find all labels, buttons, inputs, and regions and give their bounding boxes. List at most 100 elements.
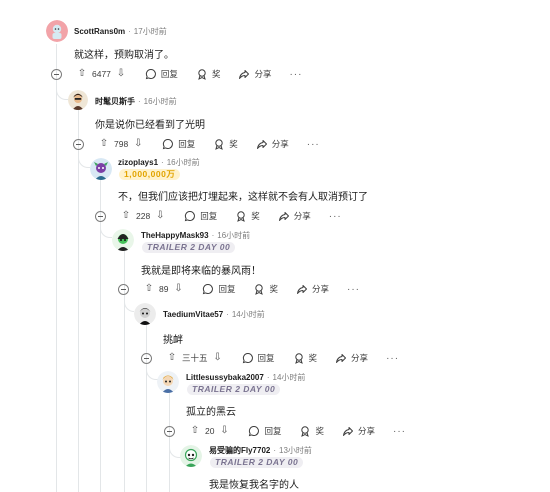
reply-label: 回复 xyxy=(160,69,178,79)
reply-button[interactable]: 回复 xyxy=(248,425,281,437)
avatar[interactable] xyxy=(46,20,68,42)
username[interactable]: Littlesussybaka2007 xyxy=(186,373,264,382)
reply-button[interactable]: 回复 xyxy=(162,138,195,150)
avatar[interactable] xyxy=(90,158,112,180)
share-icon xyxy=(238,68,250,80)
upvote-icon[interactable]: ⇧ xyxy=(166,353,178,363)
username[interactable]: 易受骗的Fly7702 xyxy=(209,445,270,456)
vote-count: 20 xyxy=(205,426,215,436)
timestamp[interactable]: 13小时前 xyxy=(279,445,312,456)
upvote-icon[interactable]: ⇧ xyxy=(143,284,155,294)
avatar[interactable] xyxy=(68,90,88,110)
downvote-icon[interactable]: ⇩ xyxy=(154,211,166,221)
share-icon xyxy=(296,283,308,295)
collapse-thread-button[interactable] xyxy=(164,425,175,437)
reply-button[interactable]: 回复 xyxy=(184,210,217,222)
collapse-thread-button[interactable] xyxy=(95,210,106,222)
award-icon xyxy=(299,425,311,437)
separator-dot: · xyxy=(226,310,229,319)
timestamp[interactable]: 16小时前 xyxy=(167,157,200,168)
thread-line xyxy=(78,110,79,492)
share-label: 分享 xyxy=(358,426,376,436)
share-button[interactable]: 分享 xyxy=(256,138,289,150)
timestamp[interactable]: 16小时前 xyxy=(144,96,177,107)
award-button[interactable]: 奖 xyxy=(196,68,220,80)
avatar[interactable] xyxy=(157,371,179,393)
avatar[interactable] xyxy=(180,445,202,467)
vote-group: ⇧ 20 ⇩ xyxy=(189,426,230,437)
timestamp[interactable]: 16小时前 xyxy=(217,230,250,241)
award-button[interactable]: 奖 xyxy=(213,138,238,150)
vote-group: ⇧ 89 ⇩ xyxy=(143,284,184,295)
vote-group: ⇧ 228 ⇩ xyxy=(120,211,166,222)
more-options-icon[interactable]: ··· xyxy=(329,211,342,222)
avatar[interactable] xyxy=(134,303,156,325)
collapse-thread-button[interactable] xyxy=(51,68,62,80)
comment-text: 你是说你已经看到了光明 xyxy=(95,120,205,131)
comment-meta: ScottRans0m · 17小时前 xyxy=(74,26,167,37)
share-icon xyxy=(342,425,354,437)
more-options-icon[interactable]: ··· xyxy=(393,426,406,437)
thread-connector xyxy=(78,150,90,168)
collapse-thread-button[interactable] xyxy=(141,352,152,364)
separator-dot: · xyxy=(161,158,164,167)
comment-actions: ⇧ 228 ⇩ 回复 奖 分享 ··· xyxy=(95,208,342,224)
comment-actions: ⇧ 6477 ⇩ 回复 奖 分享 ··· xyxy=(51,66,302,82)
upvote-icon[interactable]: ⇧ xyxy=(120,211,132,221)
award-button[interactable]: 奖 xyxy=(299,425,324,437)
share-label: 分享 xyxy=(312,284,330,294)
vote-count: 三十五 xyxy=(182,353,208,363)
more-options-icon[interactable]: ··· xyxy=(386,353,399,364)
thread-connector xyxy=(56,86,68,100)
reply-label: 回复 xyxy=(200,211,218,221)
reply-button[interactable]: 回复 xyxy=(145,68,178,80)
timestamp[interactable]: 14小时前 xyxy=(273,372,306,383)
thread-connector xyxy=(124,296,134,312)
award-label: 奖 xyxy=(251,211,260,221)
more-options-icon[interactable]: ··· xyxy=(347,284,360,295)
downvote-icon[interactable]: ⇩ xyxy=(115,69,127,79)
thread-connector xyxy=(100,222,112,238)
downvote-icon[interactable]: ⇩ xyxy=(132,139,144,149)
vote-count: 89 xyxy=(159,284,169,294)
vote-count: 798 xyxy=(114,139,129,149)
upvote-icon[interactable]: ⇧ xyxy=(76,69,88,79)
share-button[interactable]: 分享 xyxy=(296,283,329,295)
share-button[interactable]: 分享 xyxy=(238,68,271,80)
reply-button[interactable]: 回复 xyxy=(202,283,235,295)
award-button[interactable]: 奖 xyxy=(293,352,317,364)
username[interactable]: TaediumVitae57 xyxy=(163,310,223,319)
separator-dot: · xyxy=(273,446,277,455)
award-icon xyxy=(213,138,225,150)
share-button[interactable]: 分享 xyxy=(278,210,311,222)
downvote-icon[interactable]: ⇩ xyxy=(212,353,224,363)
more-options-icon[interactable]: ··· xyxy=(289,69,302,80)
collapse-thread-button[interactable] xyxy=(118,283,129,295)
comment-actions: ⇧ 20 ⇩ 回复 奖 分享 ··· xyxy=(164,423,406,439)
downvote-icon[interactable]: ⇩ xyxy=(218,426,230,436)
username[interactable]: 时髦贝斯手 xyxy=(95,96,135,107)
award-button[interactable]: 奖 xyxy=(253,283,278,295)
collapse-thread-button[interactable] xyxy=(73,138,84,150)
more-options-icon[interactable]: ··· xyxy=(307,139,320,150)
comment-text: 我就是即将来临的暴风雨！ xyxy=(141,266,261,277)
reply-button[interactable]: 回复 xyxy=(242,352,275,364)
share-button[interactable]: 分享 xyxy=(342,425,375,437)
share-button[interactable]: 分享 xyxy=(335,352,368,364)
timestamp[interactable]: 14小时前 xyxy=(232,309,265,320)
timestamp[interactable]: 17小时前 xyxy=(134,26,167,37)
upvote-icon[interactable]: ⇧ xyxy=(98,139,110,149)
award-label: 奖 xyxy=(269,284,278,294)
thread-line xyxy=(56,44,57,492)
username[interactable]: zizoplays1 xyxy=(118,158,158,167)
comment-text: 孤立的黑云 xyxy=(186,407,236,418)
upvote-icon[interactable]: ⇧ xyxy=(189,426,201,436)
downvote-icon[interactable]: ⇩ xyxy=(172,284,184,294)
share-icon xyxy=(278,210,290,222)
username[interactable]: TheHappyMask93 xyxy=(141,231,209,240)
comment-text: 我是恢复我名字的人 xyxy=(209,480,299,491)
username[interactable]: ScottRans0m xyxy=(74,27,125,36)
award-button[interactable]: 奖 xyxy=(235,210,260,222)
avatar[interactable] xyxy=(112,229,134,251)
avatar-image xyxy=(157,371,179,393)
